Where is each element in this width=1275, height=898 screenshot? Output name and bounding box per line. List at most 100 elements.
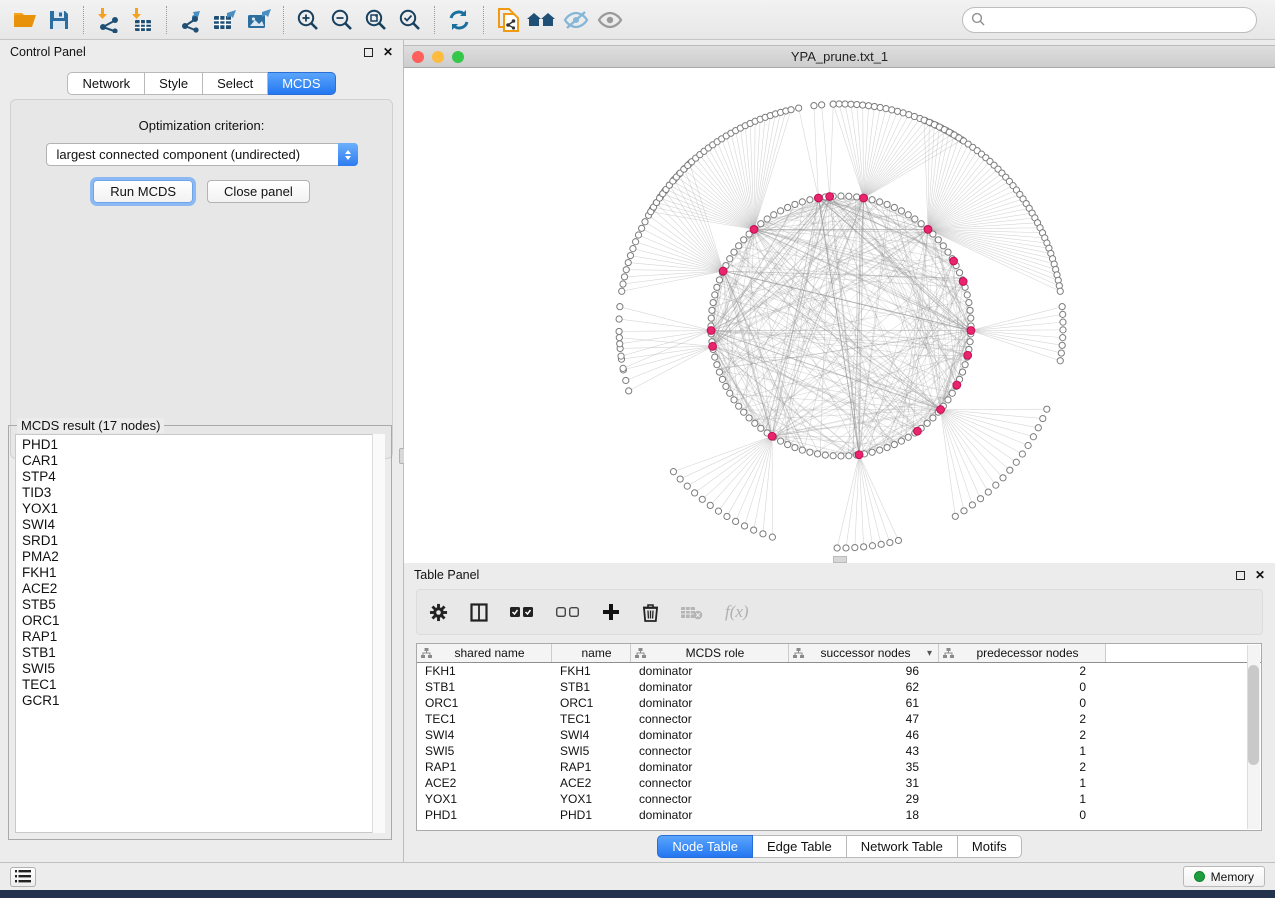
mcds-result-title: MCDS result (17 nodes) [17, 418, 164, 433]
import-network-button[interactable] [91, 4, 125, 36]
network-canvas[interactable] [404, 68, 1275, 563]
delete-table-icon-disabled [681, 605, 703, 620]
tab-select[interactable]: Select [203, 72, 268, 95]
control-panel-tabs: Network Style Select MCDS [0, 72, 403, 95]
node-table[interactable]: shared namenameMCDS rolesuccessor nodes▾… [416, 643, 1262, 831]
memory-status-icon [1194, 871, 1205, 882]
table-row[interactable]: RAP1RAP1dominator352 [417, 759, 1261, 775]
toolbar-separator [434, 6, 435, 34]
close-panel-icon[interactable]: ✕ [1255, 569, 1265, 581]
mcds-result-item[interactable]: SWI4 [22, 517, 384, 533]
node-table-header: shared namenameMCDS rolesuccessor nodes▾… [417, 644, 1261, 663]
select-all-columns-icon[interactable] [510, 606, 534, 618]
right-area: YPA_prune.txt_1 Table Panel ✕ [404, 40, 1275, 862]
network-title: YPA_prune.txt_1 [404, 49, 1275, 64]
table-settings-gear-icon[interactable] [429, 603, 448, 622]
tab-edge-table[interactable]: Edge Table [753, 835, 847, 858]
zoom-out-button[interactable] [325, 4, 359, 36]
table-panel: Table Panel ✕ [404, 563, 1275, 862]
table-scrollbar-thumb[interactable] [1248, 665, 1259, 765]
app-window: Control Panel ✕ Network Style Select MCD… [0, 0, 1275, 890]
optimization-criterion-select[interactable]: largest connected component (undirected) [46, 143, 358, 166]
tab-network[interactable]: Network [67, 72, 145, 95]
export-network-button[interactable] [174, 4, 208, 36]
mcds-result-item[interactable]: PMA2 [22, 549, 384, 565]
show-all-button[interactable] [593, 4, 627, 36]
mcds-result-item[interactable]: ORC1 [22, 613, 384, 629]
close-panel-icon[interactable]: ✕ [383, 46, 393, 58]
mcds-result-item[interactable]: CAR1 [22, 453, 384, 469]
unselect-all-columns-icon[interactable] [556, 606, 580, 618]
table-row[interactable]: SWI5SWI5connector431 [417, 743, 1261, 759]
mcds-result-item[interactable]: PHD1 [22, 437, 384, 453]
run-mcds-button[interactable]: Run MCDS [93, 180, 193, 203]
hide-selected-button[interactable] [559, 4, 593, 36]
show-panels-list-button[interactable] [10, 867, 36, 887]
mcds-result-item[interactable]: FKH1 [22, 565, 384, 581]
tab-style[interactable]: Style [145, 72, 203, 95]
mcds-result-item[interactable]: SWI5 [22, 661, 384, 677]
network-resize-grip[interactable] [833, 556, 847, 563]
table-row[interactable]: STB1STB1dominator620 [417, 679, 1261, 695]
tab-network-table[interactable]: Network Table [847, 835, 958, 858]
zoom-in-button[interactable] [291, 4, 325, 36]
column-header[interactable]: name [552, 644, 631, 662]
column-header[interactable]: predecessor nodes [939, 644, 1106, 662]
column-header[interactable]: shared name [417, 644, 552, 662]
zoom-selected-button[interactable] [393, 4, 427, 36]
tab-motifs[interactable]: Motifs [958, 835, 1022, 858]
table-row[interactable]: FKH1FKH1dominator962 [417, 663, 1261, 679]
control-panel-header: Control Panel ✕ [0, 40, 403, 64]
table-row[interactable]: TEC1TEC1connector472 [417, 711, 1261, 727]
mcds-result-item[interactable]: STB1 [22, 645, 384, 661]
mcds-result-item[interactable]: STP4 [22, 469, 384, 485]
refresh-button[interactable] [442, 4, 476, 36]
clone-network-button[interactable] [491, 4, 525, 36]
open-file-button[interactable] [8, 4, 42, 36]
optimization-criterion-label: Optimization criterion: [11, 118, 392, 133]
tab-mcds[interactable]: MCDS [268, 72, 335, 95]
table-row[interactable]: YOX1YOX1connector291 [417, 791, 1261, 807]
mcds-result-item[interactable]: RAP1 [22, 629, 384, 645]
delete-column-trash-icon[interactable] [642, 603, 659, 622]
float-panel-icon[interactable] [364, 48, 373, 57]
import-table-button[interactable] [125, 4, 159, 36]
close-panel-button[interactable]: Close panel [207, 180, 310, 203]
mcds-result-item[interactable]: TEC1 [22, 677, 384, 693]
zoom-fit-button[interactable] [359, 4, 393, 36]
toolbar-separator [283, 6, 284, 34]
mcds-result-item[interactable]: YOX1 [22, 501, 384, 517]
home-neighbors-button[interactable] [525, 4, 559, 36]
sort-descending-icon: ▾ [927, 648, 932, 659]
control-panel: Control Panel ✕ Network Style Select MCD… [0, 40, 403, 862]
tab-node-table[interactable]: Node Table [657, 835, 753, 858]
table-row[interactable]: SWI4SWI4dominator462 [417, 727, 1261, 743]
save-button[interactable] [42, 4, 76, 36]
mcds-result-item[interactable]: GCR1 [22, 693, 384, 709]
network-titlebar[interactable]: YPA_prune.txt_1 [404, 45, 1275, 68]
export-table-button[interactable] [208, 4, 242, 36]
mcds-result-item[interactable]: ACE2 [22, 581, 384, 597]
table-row[interactable]: ORC1ORC1dominator610 [417, 695, 1261, 711]
toolbar-separator [483, 6, 484, 34]
mcds-result-item[interactable]: TID3 [22, 485, 384, 501]
column-header[interactable]: successor nodes▾ [789, 644, 939, 662]
float-panel-icon[interactable] [1236, 571, 1245, 580]
show-column-panel-icon[interactable] [470, 603, 488, 622]
node-table-body: FKH1FKH1dominator962STB1STB1dominator620… [417, 663, 1261, 823]
table-row[interactable]: ACE2ACE2connector311 [417, 775, 1261, 791]
mcds-result-item[interactable]: SRD1 [22, 533, 384, 549]
column-header[interactable]: MCDS role [631, 644, 789, 662]
mcds-result-list[interactable]: PHD1CAR1STP4TID3YOX1SWI4SRD1PMA2FKH1ACE2… [15, 434, 385, 833]
main-toolbar [0, 0, 1275, 40]
table-row[interactable]: PHD1PHD1dominator180 [417, 807, 1261, 823]
create-column-plus-icon[interactable] [602, 603, 620, 621]
table-scrollbar[interactable] [1247, 645, 1260, 829]
mcds-list-scrollbar[interactable] [372, 434, 385, 833]
toolbar-separator [166, 6, 167, 34]
search-input[interactable] [962, 7, 1257, 33]
function-builder-icon: f(x) [725, 602, 749, 622]
mcds-result-item[interactable]: STB5 [22, 597, 384, 613]
memory-button[interactable]: Memory [1183, 866, 1265, 887]
export-image-button[interactable] [242, 4, 276, 36]
